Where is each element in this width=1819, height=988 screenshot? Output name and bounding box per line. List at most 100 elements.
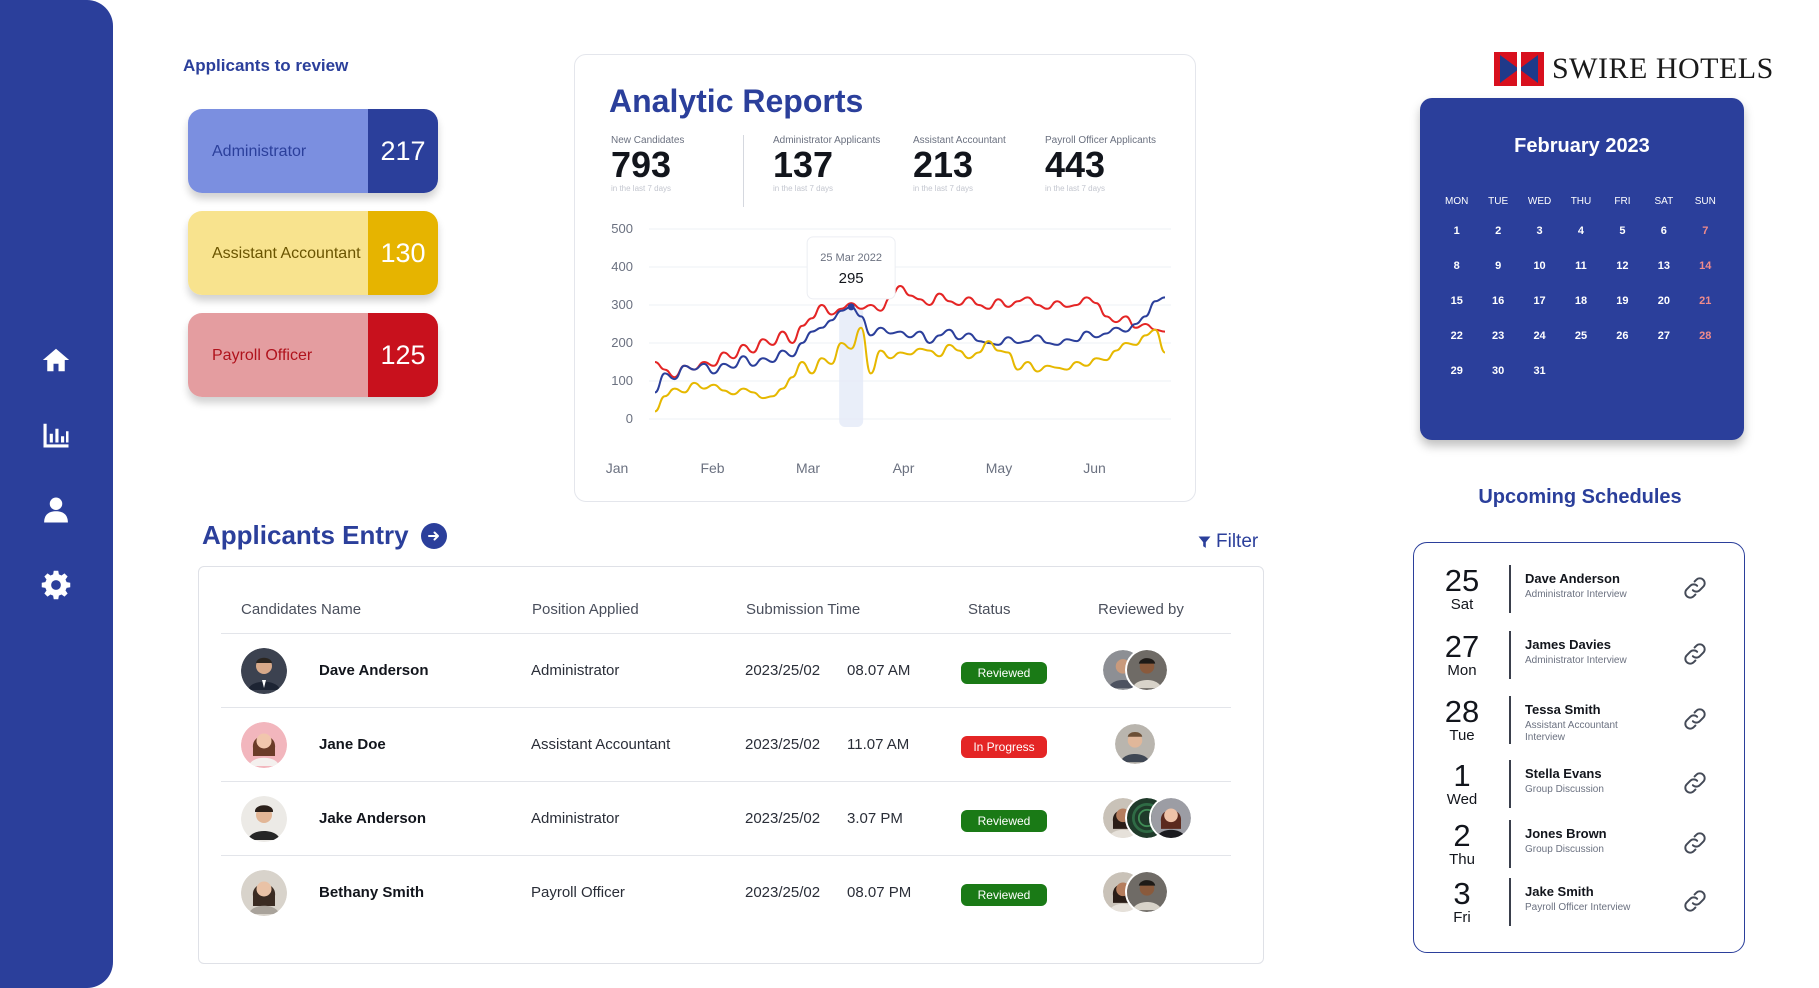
candidate-name: Bethany Smith <box>319 884 425 901</box>
calendar-day[interactable]: 28 <box>1685 319 1726 354</box>
table-row[interactable]: Dave Anderson Administrator 2023/25/02 0… <box>221 633 1231 707</box>
status-badge[interactable]: Reviewed <box>961 884 1047 906</box>
schedule-weekday: Mon <box>1447 662 1477 679</box>
submission-date: 2023/25/02 <box>745 662 821 679</box>
schedule-weekday: Sat <box>1450 596 1474 613</box>
calendar-day[interactable]: 24 <box>1519 319 1560 354</box>
schedule-item[interactable]: 27 Mon James Davies Administrator Interview <box>1414 631 1744 691</box>
calendar-day[interactable]: 31 <box>1519 354 1560 389</box>
y-tick-label: 0 <box>626 411 633 426</box>
calendar-day[interactable]: 1 <box>1436 214 1477 249</box>
calendar-day[interactable]: 10 <box>1519 249 1560 284</box>
calendar-day[interactable]: 25 <box>1560 319 1601 354</box>
stat-subtext: in the last 7 days <box>611 184 672 193</box>
link-icon[interactable] <box>1682 888 1708 914</box>
calendar-day[interactable]: 30 <box>1477 354 1518 389</box>
calendar-day[interactable]: 16 <box>1477 284 1518 319</box>
schedule-item[interactable]: 1 Wed Stella Evans Group Discussion <box>1414 760 1744 820</box>
y-tick-label: 200 <box>611 335 633 350</box>
avatar <box>241 722 287 768</box>
calendar-day[interactable]: 8 <box>1436 249 1477 284</box>
calendar-day[interactable]: 17 <box>1519 284 1560 319</box>
schedule-weekday: Thu <box>1449 851 1475 868</box>
schedule-item[interactable]: 28 Tue Tessa Smith Assistant Accountant Int… <box>1414 696 1744 756</box>
schedule-day: 28 <box>1444 694 1480 729</box>
review-card-count: 130 <box>368 211 438 295</box>
stat-divider <box>743 135 744 207</box>
link-icon[interactable] <box>1682 641 1708 667</box>
schedule-divider <box>1509 565 1511 613</box>
schedule-type: Assistant Accountant Interview <box>1525 720 1618 743</box>
weekday-label: FRI <box>1614 196 1631 207</box>
calendar-day[interactable]: 18 <box>1560 284 1601 319</box>
calendar-grid: MON TUE WED THU FRI SAT SUN 1 2 3 4 5 6 7 8 9 10 11 12 13 14… <box>1436 190 1726 389</box>
calendar-day[interactable]: 7 <box>1685 214 1726 249</box>
review-card-payroll-officer[interactable]: Payroll Officer 125 <box>188 313 438 397</box>
filter-label: Filter <box>1216 531 1259 552</box>
bar-chart-icon[interactable] <box>38 417 74 453</box>
calendar-day[interactable]: 5 <box>1602 214 1643 249</box>
calendar-day[interactable]: 12 <box>1602 249 1643 284</box>
calendar-day[interactable]: 27 <box>1643 319 1684 354</box>
stat-value: 213 <box>913 144 974 185</box>
schedule-day: 27 <box>1444 629 1480 664</box>
calendar-day[interactable]: 29 <box>1436 354 1477 389</box>
calendar-day[interactable]: 6 <box>1643 214 1684 249</box>
calendar-day[interactable]: 11 <box>1560 249 1601 284</box>
home-icon[interactable] <box>38 342 74 378</box>
user-icon[interactable] <box>38 492 74 528</box>
review-card-administrator[interactable]: Administrator 217 <box>188 109 438 193</box>
submission-date: 2023/25/02 <box>745 810 821 827</box>
x-tick-label: Apr <box>893 460 915 476</box>
calendar-day[interactable]: 14 <box>1685 249 1726 284</box>
upcoming-schedules-list: 25 Sat Dave Anderson Administrator Intervie… <box>1413 542 1745 953</box>
calendar-day[interactable]: 23 <box>1477 319 1518 354</box>
status-badge[interactable]: In Progress <box>961 736 1047 758</box>
calendar-day[interactable]: 13 <box>1643 249 1684 284</box>
calendar-day[interactable]: 20 <box>1643 284 1684 319</box>
tooltip-value: 295 <box>839 270 864 287</box>
link-icon[interactable] <box>1682 830 1708 856</box>
calendar-day[interactable]: 21 <box>1685 284 1726 319</box>
weekday-label: SAT <box>1654 196 1674 207</box>
candidate-name: Jake Anderson <box>319 810 426 827</box>
calendar-day[interactable]: 22 <box>1436 319 1477 354</box>
link-icon[interactable] <box>1682 770 1708 796</box>
calendar-day[interactable]: 15 <box>1436 284 1477 319</box>
arrow-right-icon[interactable] <box>420 522 447 549</box>
calendar-day[interactable]: 2 <box>1477 214 1518 249</box>
gear-icon[interactable] <box>38 567 74 603</box>
y-tick-label: 100 <box>611 373 633 388</box>
link-icon[interactable] <box>1682 706 1708 732</box>
status-badge[interactable]: Reviewed <box>961 662 1047 684</box>
schedule-name: Dave Anderson <box>1525 571 1620 586</box>
schedule-type: Administrator Interview <box>1525 655 1627 666</box>
series-line-blue[interactable] <box>654 296 1166 394</box>
table-row[interactable]: Jake Anderson Administrator 2023/25/02 3… <box>221 781 1231 855</box>
position-applied: Administrator <box>531 662 620 679</box>
stat-new-candidates: New Candidates 793 in the last 7 days <box>611 135 684 193</box>
review-card-assistant-accountant[interactable]: Assistant Accountant 130 <box>188 211 438 295</box>
calendar-day[interactable]: 4 <box>1560 214 1601 249</box>
table-row[interactable]: Bethany Smith Payroll Officer 2023/25/02… <box>221 855 1231 929</box>
calendar-day[interactable]: 9 <box>1477 249 1518 284</box>
avatar <box>1113 722 1157 766</box>
status-badge[interactable]: Reviewed <box>961 810 1047 832</box>
report-title: Analytic Reports <box>609 83 864 119</box>
schedule-item[interactable]: 2 Thu Jones Brown Group Discussion <box>1414 820 1744 880</box>
schedule-item[interactable]: 3 Fri Jake Smith Payroll Officer Interview <box>1414 878 1744 938</box>
y-tick-label: 500 <box>611 221 633 236</box>
calendar-day[interactable]: 3 <box>1519 214 1560 249</box>
calendar-day[interactable]: 19 <box>1602 284 1643 319</box>
calendar-day[interactable]: 26 <box>1602 319 1643 354</box>
applicants-line-chart[interactable]: 0 100 200 300 400 500 Jan Feb Mar Apr May Jun 25 M… <box>593 215 1183 495</box>
series-line-yellow[interactable] <box>654 326 1166 413</box>
schedule-name: Tessa Smith <box>1525 702 1601 717</box>
schedule-item[interactable]: 25 Sat Dave Anderson Administrator Intervie… <box>1414 565 1744 625</box>
schedule-day: 25 <box>1444 563 1480 598</box>
y-tick-label: 300 <box>611 297 633 312</box>
table-row[interactable]: Jane Doe Assistant Accountant 2023/25/02… <box>221 707 1231 781</box>
filter-button[interactable]: Filter <box>1198 531 1258 553</box>
link-icon[interactable] <box>1682 575 1708 601</box>
schedule-name: Jones Brown <box>1525 826 1607 841</box>
